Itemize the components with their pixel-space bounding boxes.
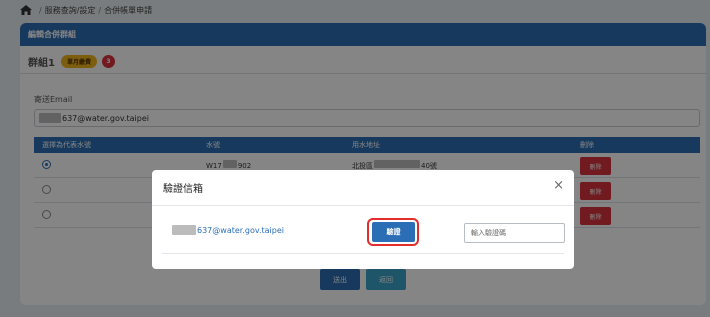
dialog-body: 637@water.gov.taipei 驗證 <box>152 207 574 253</box>
redacted-block <box>172 225 196 235</box>
dialog-email-value: 637@water.gov.taipei <box>197 225 284 235</box>
modal-backdrop[interactable] <box>0 0 710 317</box>
verification-code-input[interactable] <box>464 223 565 243</box>
verify-button[interactable]: 驗證 <box>372 222 415 242</box>
dialog-divider <box>162 253 564 254</box>
close-icon[interactable]: × <box>553 179 564 192</box>
dialog-title: 驗證信箱 <box>152 170 574 206</box>
dialog-email: 637@water.gov.taipei <box>172 225 284 235</box>
verify-email-dialog: 驗證信箱 × 637@water.gov.taipei 驗證 <box>152 170 574 269</box>
